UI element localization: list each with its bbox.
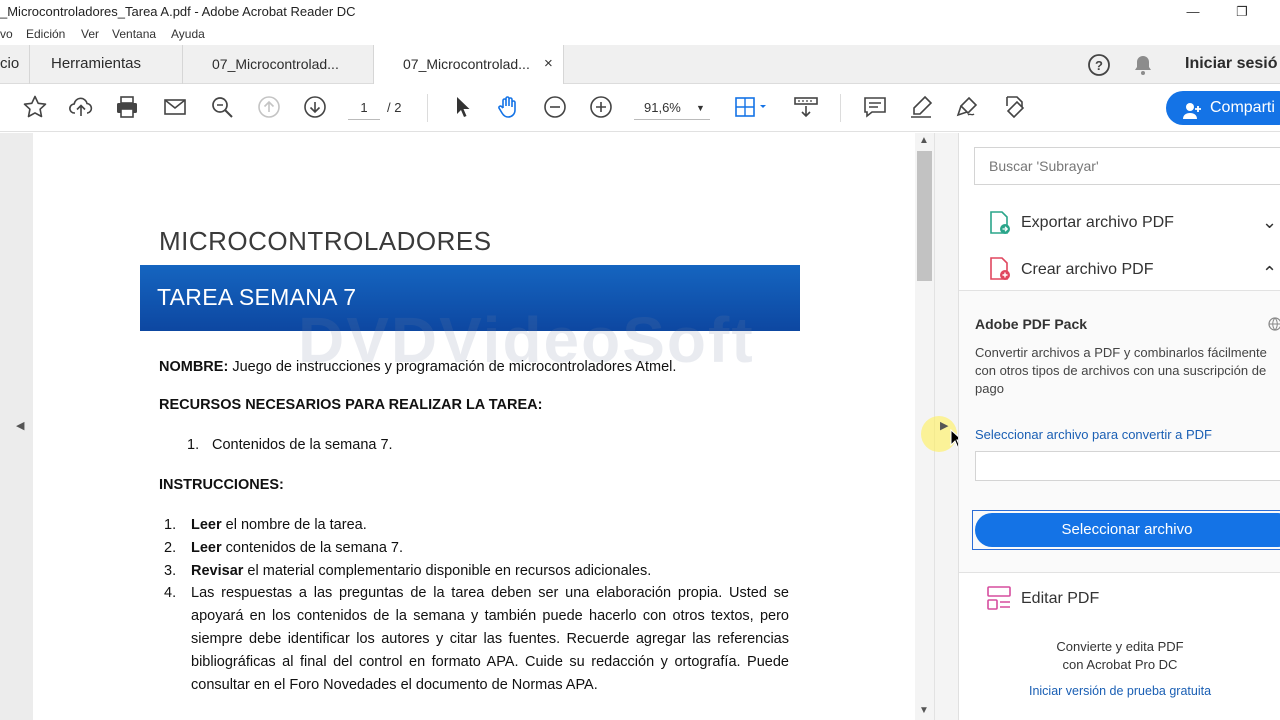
chevron-down-icon: ▼ [696,103,705,113]
toolbar: 1 / 2 91,6% ▼ Comparti [0,84,1280,132]
mail-icon[interactable] [162,94,188,120]
step-number: 1. [164,517,177,533]
toolbar-divider [840,94,841,122]
tab-tools-label: Herramientas [51,55,142,72]
menu-ayuda[interactable]: Ayuda [171,27,205,41]
tools-search-input[interactable]: Buscar 'Subrayar' [974,147,1280,185]
recursos-label: RECURSOS NECESARIOS PARA REALIZAR LA TAR… [159,397,543,413]
tab-bar: cio Herramientas 07_Microcontrolad... 07… [0,45,1280,85]
tools-pane: Buscar 'Subrayar' Exportar archivo PDF ⌄… [958,133,1280,720]
step-text: Leer el nombre de la tarea. [191,517,367,533]
toolbar-divider [427,94,428,122]
tab-document-2-label: 07_Microcontrolad... [403,56,530,72]
window-title: _Microcontroladores_Tarea A.pdf - Adobe … [0,4,356,19]
print-icon[interactable] [114,94,140,120]
tab-tools[interactable]: Herramientas [30,45,183,84]
scrollbar-thumb[interactable] [917,151,932,281]
menu-bar: vo Edición Ver Ventana Ayuda [0,24,1280,45]
step-text: Leer contenidos de la semana 7. [191,540,404,556]
title-bar: _Microcontroladores_Tarea A.pdf - Adobe … [0,0,1280,24]
scroll-mode-icon[interactable] [793,94,819,120]
recursos-item-number: 1. [187,437,200,453]
fit-page-icon[interactable] [733,94,769,120]
file-selection-field[interactable] [975,451,1280,481]
tab-close-icon[interactable]: × [544,45,553,83]
zoom-level-dropdown[interactable]: 91,6% ▼ [634,96,710,120]
restore-button[interactable]: ❐ [1219,0,1265,24]
tab-document-2[interactable]: 07_Microcontrolad... × [373,45,564,85]
page-total: / 2 [387,100,402,115]
menu-edicion[interactable]: Edición [26,27,65,41]
pdf-page: MICROCONTROLADORES TAREA SEMANA 7 DVDVid… [33,133,915,720]
sign-in-link[interactable]: Iniciar sesió [1185,45,1278,83]
nombre-line: NOMBRE: Juego de instrucciones y program… [159,359,676,375]
instrucciones-label: INSTRUCCIONES: [159,477,284,493]
page-number-input[interactable]: 1 [348,96,380,120]
step-number: 2. [164,540,177,556]
tab-document-1[interactable]: 07_Microcontrolad... [183,45,373,84]
bell-icon[interactable] [1131,53,1155,77]
edit-pdf-icon [986,585,1012,611]
share-button-label: Comparti [1210,99,1275,116]
nombre-value: Juego de instrucciones y programación de… [232,359,677,375]
recursos-item-text: Contenidos de la semana 7. [212,437,393,453]
comment-icon[interactable] [862,94,888,120]
promo-line-2: con Acrobat Pro DC [1062,657,1178,672]
scroll-down-icon[interactable]: ▼ [919,705,929,716]
share-button[interactable]: Comparti [1166,91,1280,125]
next-page-icon[interactable] [302,94,328,120]
select-file-button[interactable]: Seleccionar archivo [975,513,1280,547]
zoom-in-icon[interactable] [588,94,614,120]
step-text: Revisar el material complementario dispo… [191,563,652,579]
globe-icon [1268,317,1280,331]
add-user-icon [1182,99,1202,119]
collapse-left-panel-icon[interactable]: ◀ [16,419,24,432]
minimize-button[interactable]: — [1170,0,1216,24]
promo-line-1: Convierte y edita PDF [1056,639,1184,654]
export-pdf-tool[interactable]: Exportar archivo PDF [1021,214,1174,232]
menu-ver[interactable]: Ver [81,27,99,41]
zoom-out-icon[interactable] [542,94,568,120]
zoom-search-icon[interactable] [209,94,235,120]
edit-pdf-tool[interactable]: Editar PDF [1021,590,1099,608]
sign-pen-icon[interactable] [954,94,980,120]
chevron-up-icon[interactable]: ⌃ [1262,263,1277,284]
free-trial-link[interactable]: Iniciar versión de prueba gratuita [959,684,1280,698]
stamp-edit-icon[interactable] [1001,94,1027,120]
nombre-label: NOMBRE: [159,359,229,375]
upload-cloud-icon[interactable] [68,94,94,120]
step-4-paragraph: Las respuestas a las preguntas de la tar… [191,585,789,693]
menu-ventana[interactable]: Ventana [112,27,156,41]
star-icon[interactable] [22,94,48,120]
pdf-pack-description: Convertir archivos a PDF y combinarlos f… [975,345,1267,396]
pdf-pack-title: Adobe PDF Pack [975,316,1088,332]
scroll-up-icon[interactable]: ▲ [919,135,929,146]
tab-home[interactable]: cio [0,45,30,84]
step-number: 3. [164,563,177,579]
svg-text:?: ? [1095,58,1103,73]
help-icon[interactable]: ? [1087,53,1111,77]
hand-tool-icon[interactable] [495,94,521,120]
create-pdf-icon [987,256,1013,282]
zoom-level-value: 91,6% [644,100,681,115]
tab-document-1-label: 07_Microcontrolad... [212,56,339,72]
document-viewport[interactable]: ◀ MICROCONTROLADORES TAREA SEMANA 7 DVDV… [0,133,964,720]
chevron-down-icon[interactable]: ⌄ [1262,212,1277,233]
menu-archivo[interactable]: vo [0,27,13,41]
pro-promo-text: Convierte y edita PDF con Acrobat Pro DC [959,638,1280,674]
select-cursor-icon[interactable] [449,94,475,120]
select-file-to-convert-link[interactable]: Seleccionar archivo para convertir a PDF [975,427,1212,442]
tab-home-label: cio [0,55,20,72]
collapse-right-panel-icon[interactable]: ▶ [940,419,948,432]
document-heading: MICROCONTROLADORES [159,226,492,256]
right-pane-toggle-strip: ▶ [921,133,964,720]
step-number: 4. [164,585,177,601]
create-pdf-tool[interactable]: Crear archivo PDF [1021,261,1153,279]
panel-divider [959,572,1280,573]
export-pdf-icon [987,210,1013,236]
highlight-pen-icon[interactable] [908,94,934,120]
previous-page-icon[interactable] [256,94,282,120]
